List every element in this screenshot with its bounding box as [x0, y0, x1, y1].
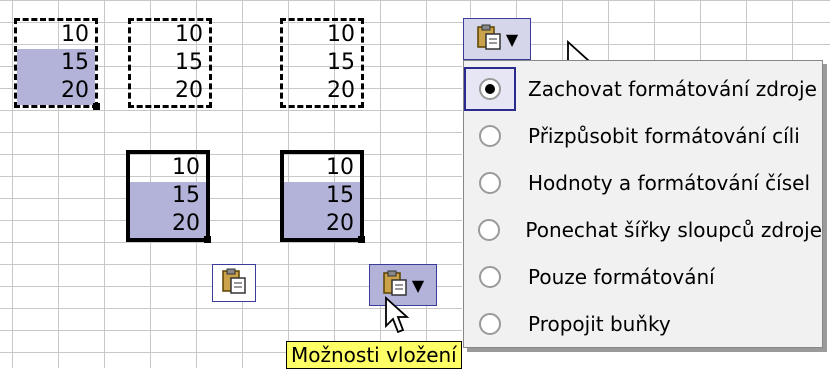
mouse-cursor-icon — [385, 296, 410, 334]
radio-wrap[interactable] — [464, 161, 516, 205]
cell[interactable]: 20 — [283, 77, 361, 105]
radio-button-icon[interactable] — [479, 125, 501, 147]
paste-options-button[interactable] — [212, 264, 256, 302]
cell[interactable]: 20 — [131, 77, 209, 105]
cell[interactable]: 20 — [130, 210, 206, 238]
pasted-range[interactable]: 10 15 20 — [126, 150, 211, 243]
cell[interactable]: 20 — [17, 77, 95, 105]
cell[interactable]: 10 — [130, 154, 206, 182]
cell[interactable]: 10 — [17, 21, 95, 49]
cell[interactable]: 15 — [131, 49, 209, 77]
cell[interactable]: 15 — [283, 49, 361, 77]
menu-item-formatting-only[interactable]: Pouze formátování — [464, 255, 822, 299]
pasted-range[interactable]: 10 15 20 — [280, 150, 365, 243]
cell[interactable]: 10 — [284, 154, 360, 182]
cell[interactable]: 15 — [284, 182, 360, 210]
cell[interactable]: 15 — [130, 182, 206, 210]
copied-range-source[interactable]: 10 15 20 — [14, 18, 100, 110]
paste-options-menu: Zachovat formátování zdroje Přizpůsobit … — [463, 60, 823, 348]
menu-item-link-cells[interactable]: Propojit buňky — [464, 302, 822, 346]
radio-wrap[interactable] — [464, 114, 516, 158]
menu-item-label: Pouze formátování — [528, 265, 715, 289]
radio-button-icon[interactable] — [479, 266, 501, 288]
paste-icon — [221, 267, 247, 299]
paste-icon — [476, 23, 502, 55]
radio-button-icon[interactable] — [477, 219, 500, 241]
menu-item-label: Hodnoty a formátování čísel — [528, 171, 811, 195]
cell[interactable]: 10 — [131, 21, 209, 49]
copied-range[interactable]: 10 15 20 — [280, 18, 364, 108]
cell[interactable]: 15 — [17, 49, 95, 77]
radio-button-icon[interactable] — [479, 78, 501, 100]
fill-handle[interactable] — [358, 236, 365, 243]
dropdown-arrow-icon: ▼ — [505, 29, 519, 49]
menu-item-label: Ponechat šířky sloupců zdroje — [525, 218, 822, 242]
menu-item-values-and-number-formatting[interactable]: Hodnoty a formátování čísel — [464, 161, 822, 205]
paste-options-tooltip: Možnosti vložení — [286, 341, 462, 369]
cell[interactable]: 20 — [284, 210, 360, 238]
radio-wrap[interactable] — [464, 67, 516, 111]
radio-button-icon[interactable] — [479, 172, 501, 194]
menu-item-keep-source-column-widths[interactable]: Ponechat šířky sloupců zdroje — [464, 208, 822, 252]
copied-range[interactable]: 10 15 20 — [128, 18, 212, 108]
cell[interactable]: 10 — [283, 21, 361, 49]
menu-item-label: Zachovat formátování zdroje — [528, 77, 817, 101]
menu-item-match-destination-formatting[interactable]: Přizpůsobit formátování cíli — [464, 114, 822, 158]
radio-wrap[interactable] — [464, 255, 516, 299]
fill-handle[interactable] — [93, 103, 100, 110]
fill-handle[interactable] — [204, 236, 211, 243]
menu-item-label: Propojit buňky — [528, 312, 671, 336]
paste-options-dropdown-button-open[interactable]: ▼ — [463, 18, 531, 60]
radio-wrap[interactable] — [464, 302, 516, 346]
menu-item-keep-source-formatting[interactable]: Zachovat formátování zdroje — [464, 67, 822, 111]
radio-wrap[interactable] — [464, 208, 513, 252]
radio-selected-dot — [485, 84, 495, 94]
dropdown-arrow-icon: ▼ — [411, 275, 425, 295]
menu-item-label: Přizpůsobit formátování cíli — [528, 124, 800, 148]
radio-button-icon[interactable] — [479, 313, 501, 335]
